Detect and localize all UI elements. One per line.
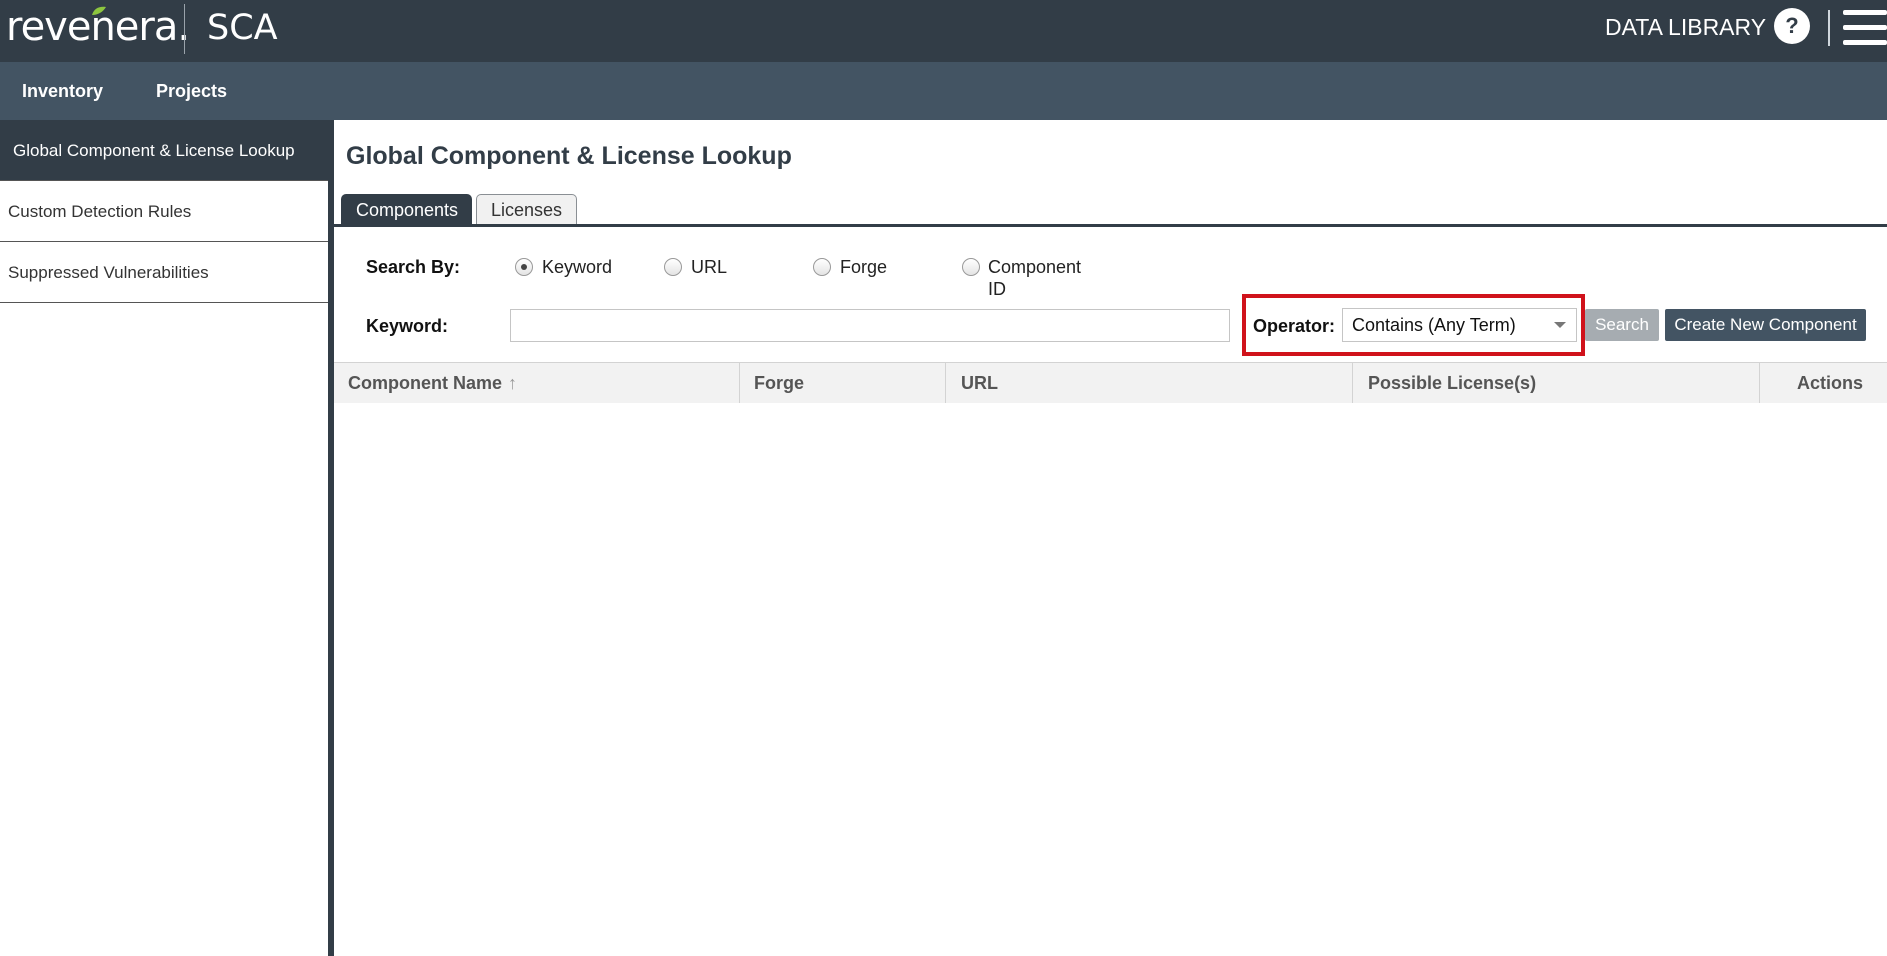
radio-url-label[interactable]: URL	[691, 256, 727, 278]
radio-component-id[interactable]	[962, 258, 980, 276]
search-by-label: Search By:	[366, 257, 461, 277]
operator-label: Operator:	[1253, 316, 1336, 336]
column-url[interactable]: URL	[946, 363, 1353, 403]
tab-components[interactable]: Components	[341, 194, 472, 225]
nav-projects[interactable]: Projects	[156, 62, 227, 120]
help-icon[interactable]: ?	[1774, 8, 1810, 44]
search-button[interactable]: Search	[1585, 309, 1659, 341]
radio-keyword-label[interactable]: Keyword	[542, 256, 612, 278]
logo-divider	[184, 4, 185, 54]
create-new-component-button[interactable]: Create New Component	[1665, 309, 1866, 341]
section-title: DATA LIBRARY	[1605, 14, 1767, 40]
radio-component-id-label[interactable]: Component ID	[988, 256, 1081, 300]
main-content: Global Component & License Lookup Compon…	[334, 120, 1887, 956]
main-nav: Inventory Projects	[0, 62, 1887, 120]
operator-selected-value: Contains (Any Term)	[1352, 315, 1516, 335]
chevron-down-icon	[1554, 322, 1566, 328]
results-table-header: Component Name ↑ Forge URL Possible Licen…	[334, 362, 1887, 403]
tab-licenses[interactable]: Licenses	[476, 194, 577, 225]
sidebar-item-suppressed-vulnerabilities[interactable]: Suppressed Vulnerabilities	[0, 242, 328, 303]
hamburger-menu-icon[interactable]	[1843, 10, 1887, 46]
radio-forge[interactable]	[813, 258, 831, 276]
radio-keyword[interactable]	[515, 258, 533, 276]
sidebar: Global Component & License Lookup Custom…	[0, 120, 334, 956]
sidebar-item-custom-detection-rules[interactable]: Custom Detection Rules	[0, 181, 328, 242]
tabs-underline	[334, 224, 1887, 227]
keyword-input[interactable]	[510, 309, 1230, 342]
product-name: SCA	[207, 8, 278, 48]
header-divider	[1828, 10, 1830, 46]
nav-inventory[interactable]: Inventory	[22, 62, 103, 120]
logo-leaf-icon	[92, 6, 106, 15]
top-header: revenera. SCA DATA LIBRARY ?	[0, 0, 1887, 62]
revenera-logo[interactable]: revenera.	[6, 4, 190, 50]
column-forge[interactable]: Forge	[740, 363, 946, 403]
column-component-name[interactable]: Component Name ↑	[334, 363, 740, 403]
operator-select[interactable]: Contains (Any Term)	[1342, 308, 1577, 342]
column-possible-licenses[interactable]: Possible License(s)	[1353, 363, 1760, 403]
column-actions: Actions	[1796, 373, 1863, 393]
page-title: Global Component & License Lookup	[346, 142, 792, 170]
radio-forge-label[interactable]: Forge	[840, 256, 887, 278]
sort-ascending-icon: ↑	[508, 373, 518, 393]
radio-url[interactable]	[664, 258, 682, 276]
keyword-label: Keyword:	[366, 316, 449, 336]
sidebar-item-global-lookup[interactable]: Global Component & License Lookup	[0, 120, 328, 181]
